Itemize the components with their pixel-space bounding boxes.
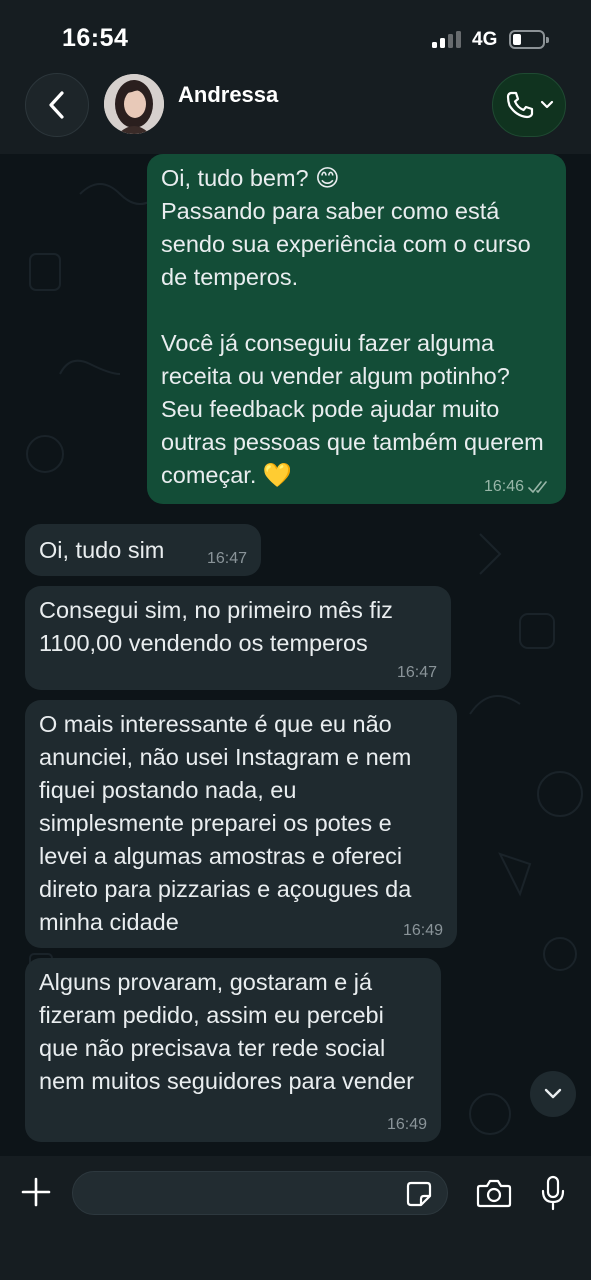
contact-photo-icon <box>104 74 164 134</box>
status-time: 16:54 <box>62 24 129 52</box>
status-bar: 16:54 4G <box>0 0 591 70</box>
message-time: 16:47 <box>396 664 437 681</box>
microphone-icon <box>541 1175 565 1211</box>
sticker-icon <box>406 1181 432 1207</box>
message-time: 16:46 <box>483 478 524 495</box>
avatar[interactable] <box>104 74 164 134</box>
sticker-button[interactable] <box>405 1180 433 1208</box>
battery-icon <box>509 30 549 49</box>
composer-bar <box>0 1156 591 1280</box>
network-type: 4G <box>472 29 498 50</box>
message-meta: 16:46 <box>484 478 552 496</box>
back-button[interactable] <box>25 73 89 137</box>
contact-name[interactable]: Andressa <box>178 82 278 108</box>
message-time: 16:47 <box>206 550 247 567</box>
message-time: 16:49 <box>386 1116 427 1133</box>
message-bubble-incoming[interactable]: Oi, tudo sim 16:47 <box>25 524 261 576</box>
call-button[interactable] <box>492 73 566 137</box>
phone-icon <box>506 91 534 119</box>
message-bubble-incoming[interactable]: Alguns provaram, gostaram e já fizeram p… <box>25 958 441 1142</box>
chat-area[interactable]: Oi, tudo bem? 😊 Passando para saber como… <box>0 154 591 1156</box>
chevron-left-icon <box>49 91 64 119</box>
plus-icon <box>21 1177 51 1207</box>
read-receipt-icon <box>528 481 547 493</box>
chat-header: Andressa <box>0 70 591 154</box>
message-bubble-outgoing[interactable]: Oi, tudo bem? 😊 Passando para saber como… <box>147 154 566 504</box>
message-input[interactable] <box>89 1172 389 1214</box>
microphone-button[interactable] <box>535 1171 571 1215</box>
message-bubble-incoming[interactable]: O mais interessante é que eu não anuncie… <box>25 700 457 948</box>
attach-button[interactable] <box>16 1172 56 1212</box>
scroll-to-bottom-button[interactable] <box>530 1071 576 1117</box>
message-time: 16:49 <box>402 922 443 939</box>
message-input-container <box>72 1171 448 1215</box>
message-meta: 16:49 <box>403 922 443 940</box>
message-meta: 16:47 <box>207 550 247 568</box>
chevron-down-icon <box>544 1088 562 1099</box>
camera-button[interactable] <box>474 1173 514 1213</box>
camera-icon <box>476 1179 512 1208</box>
message-bubble-incoming[interactable]: Consegui sim, no primeiro mês fiz 1100,0… <box>25 586 451 690</box>
signal-icon <box>432 31 462 48</box>
message-text: O mais interessante é que eu não anuncie… <box>39 711 418 935</box>
message-text: Alguns provaram, gostaram e já fizeram p… <box>39 969 414 1094</box>
chevron-down-icon <box>540 100 554 109</box>
message-text: Consegui sim, no primeiro mês fiz 1100,0… <box>39 597 400 656</box>
message-text: Oi, tudo bem? 😊 Passando para saber como… <box>161 165 544 488</box>
message-meta: 16:47 <box>397 664 437 682</box>
message-meta: 16:49 <box>387 1116 427 1134</box>
